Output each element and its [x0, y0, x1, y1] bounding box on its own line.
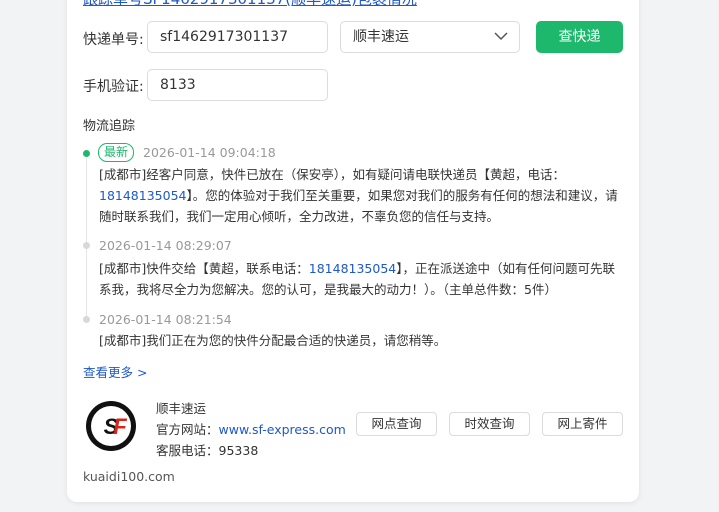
carrier-website-row: 官方网站：www.sf-express.com [156, 419, 346, 438]
query-button[interactable]: 查快递 [536, 21, 623, 53]
svg-text:F: F [113, 414, 127, 439]
hotline-label: 客服电话： [156, 443, 219, 458]
event-time: 2026-01-14 09:04:18 [143, 145, 276, 160]
chevron-down-icon [494, 32, 508, 41]
timeline-line [86, 158, 87, 320]
time-query-button[interactable]: 时效查询 [449, 412, 530, 436]
tracking-number-label: 快递单号: [83, 32, 144, 48]
branch-query-button[interactable]: 网点查询 [356, 412, 437, 436]
carrier-name: 顺丰速运 [156, 401, 207, 416]
sf-logo-icon: S F [86, 401, 136, 451]
view-more-link[interactable]: 查看更多 > [83, 362, 147, 381]
event-detail: [成都市]经客户同意，快件已放在（保安亭），如有疑问请电联快递员【黄超，电话： 1… [99, 164, 621, 227]
timeline-dot-latest [83, 150, 90, 157]
timeline-dot [83, 316, 90, 323]
website-label: 官方网站： [156, 422, 219, 437]
event-text: [成都市]经客户同意，快件已放在（保安亭），如有疑问请电联快递员【黄超，电话： [99, 167, 566, 182]
latest-badge: 最新 [98, 143, 135, 162]
website-link[interactable]: www.sf-express.com [219, 422, 346, 437]
event-detail: [成都市]我们正在为您的快件分配最合适的快递员，请您稍等。 [99, 330, 621, 351]
event-phone[interactable]: 18148135054 [99, 188, 186, 203]
event-text: [成都市]快件交给【黄超，联系电话： [99, 261, 309, 276]
section-title: 物流追踪 [83, 119, 136, 134]
tracking-number-input[interactable]: sf1462917301137 [147, 21, 328, 53]
carrier-hotline-row: 客服电话：95338 [156, 440, 258, 459]
carrier-select-value: 顺丰速运 [353, 29, 409, 45]
event-time: 2026-01-14 08:21:54 [99, 312, 232, 327]
online-ship-button[interactable]: 网上寄件 [542, 412, 623, 436]
source-footer: kuaidi100.com [83, 469, 175, 484]
event-time: 2026-01-14 08:29:07 [99, 238, 232, 253]
hotline-number: 95338 [218, 443, 259, 458]
timeline-dot [83, 242, 90, 249]
phone-verify-input[interactable]: 8133 [147, 69, 328, 101]
carrier-select[interactable]: 顺丰速运 [340, 21, 520, 53]
event-phone[interactable]: 18148135054 [309, 261, 396, 276]
event-text: [成都市]我们正在为您的快件分配最合适的快递员，请您稍等。 [99, 333, 447, 348]
event-detail: [成都市]快件交给【黄超，联系电话：18148135054】，正在派送途中（如有… [99, 258, 621, 300]
tracking-header-link[interactable]: 跟踪单号SF1462917301137(顺丰速运)包裹情况 [83, 0, 417, 9]
phone-verify-label: 手机验证: [83, 79, 144, 95]
